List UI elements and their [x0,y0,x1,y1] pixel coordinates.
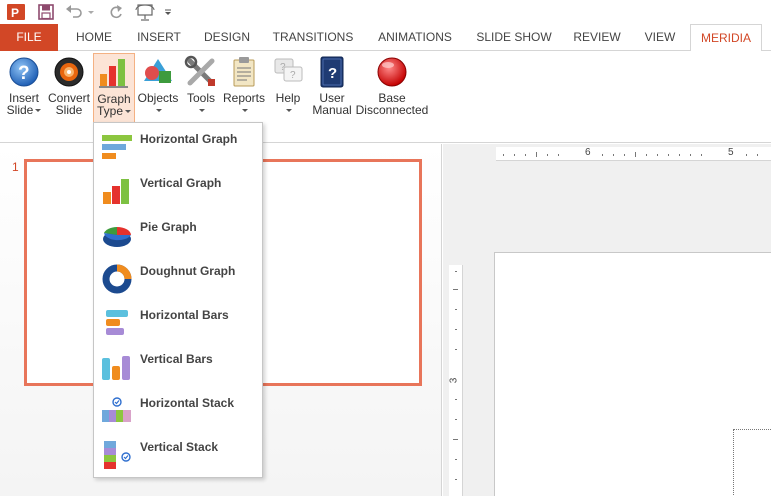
convert-slide-label-2: Slide [55,103,83,117]
tab-file[interactable]: FILE [0,24,58,51]
insert-slide-label-2: Slide [6,103,34,117]
objects-shapes-icon [141,55,175,89]
menu-item-label: Vertical Bars [140,352,213,366]
slide-editor-area: 6 5 3 [443,144,771,496]
horizontal-graph-icon [100,132,134,162]
menu-item-label: Horizontal Graph [140,132,238,146]
help-label: Help [275,91,301,105]
red-status-light-icon [375,55,409,89]
vertical-graph-icon [100,176,134,206]
svg-text:?: ? [280,62,286,73]
content-placeholder[interactable] [733,429,771,496]
menu-item-label: Vertical Stack [140,440,219,454]
pie-graph-icon [100,220,134,250]
tools-button[interactable]: Tools [180,53,222,133]
svg-text:?: ? [290,70,296,81]
reports-clipboard-icon [227,55,261,89]
menu-item-label: Pie Graph [140,220,197,234]
svg-text:?: ? [328,65,337,82]
menu-item-label: Vertical Graph [140,176,222,190]
vertical-stack-icon [100,440,134,470]
doughnut-graph-icon [100,264,134,294]
tools-label: Tools [186,91,215,105]
insert-slide-button[interactable]: ? Insert Slide [2,53,46,133]
objects-button[interactable]: Objects [136,53,180,133]
help-speech-icon: ? ? [271,55,305,89]
tab-review[interactable]: REVIEW [566,24,628,51]
tab-view[interactable]: VIEW [636,24,684,51]
vertical-ruler: 3 [448,265,463,496]
tools-wrench-icon [184,55,218,89]
user-manual-book-icon: ? [315,55,349,89]
undo-dropdown-icon[interactable] [85,2,95,22]
tab-animations[interactable]: ANIMATIONS [368,24,462,51]
undo-icon[interactable] [64,2,84,22]
base-status-label-2: Disconnected [355,103,429,117]
chevron-down-icon [199,109,205,113]
customize-qat-icon[interactable] [162,2,174,22]
menu-item-vertical-graph[interactable]: Vertical Graph [94,169,262,213]
chevron-down-icon [242,109,248,113]
chevron-down-icon [156,109,162,113]
save-icon[interactable] [36,2,56,22]
menu-item-vertical-bars[interactable]: Vertical Bars [94,345,262,389]
menu-item-label: Horizontal Bars [140,308,229,322]
ruler-label-6: 6 [585,147,591,158]
user-manual-label-2: Manual [312,103,352,117]
bar-graph-icon [97,56,131,90]
graph-type-button[interactable]: Graph Type [93,53,135,133]
tab-design[interactable]: DESIGN [196,24,258,51]
chevron-down-icon [125,110,131,114]
chevron-down-icon [286,109,292,113]
menu-item-vertical-stack[interactable]: Vertical Stack [94,433,262,477]
objects-label: Objects [137,91,179,105]
menu-item-horizontal-graph[interactable]: Horizontal Graph [94,125,262,169]
tab-slide-show[interactable]: SLIDE SHOW [470,24,558,51]
ruler-label-5: 5 [728,147,734,158]
svg-text:P: P [11,6,19,20]
redo-icon[interactable] [106,2,126,22]
horizontal-bars-icon [100,308,134,338]
ribbon-tabs: FILE HOME INSERT DESIGN TRANSITIONS ANIM… [0,24,771,52]
help-question-icon: ? [7,55,41,89]
graph-type-menu: Horizontal Graph Vertical Graph Pie Grap… [93,122,263,478]
vertical-bars-icon [100,352,134,382]
base-status-button[interactable]: Base Disconnected [354,53,430,133]
slide-canvas[interactable] [494,252,771,496]
reports-label: Reports [222,91,266,105]
convert-disc-icon [52,55,86,89]
tab-insert[interactable]: INSERT [130,24,188,51]
menu-item-label: Horizontal Stack [140,396,235,410]
menu-item-horizontal-bars[interactable]: Horizontal Bars [94,301,262,345]
svg-text:?: ? [18,63,30,84]
menu-item-pie-graph[interactable]: Pie Graph [94,213,262,257]
quick-access-toolbar: P [0,0,771,24]
tab-transitions[interactable]: TRANSITIONS [266,24,360,51]
menu-item-label: Doughnut Graph [140,264,236,278]
user-manual-button[interactable]: ? User Manual [310,53,354,133]
ruler-label-3: 3 [448,377,460,384]
help-button[interactable]: ? ? Help [268,53,308,133]
chevron-down-icon [35,109,42,113]
convert-slide-button[interactable]: Convert Slide [46,53,92,133]
reports-button[interactable]: Reports [222,53,266,133]
tab-home[interactable]: HOME [66,24,122,51]
menu-item-doughnut-graph[interactable]: Doughnut Graph [94,257,262,301]
horizontal-ruler: 6 5 [496,147,771,161]
slide-number: 1 [12,160,19,174]
present-from-start-icon[interactable] [134,2,156,22]
menu-item-horizontal-stack[interactable]: Horizontal Stack [94,389,262,433]
tab-meridia[interactable]: MERIDIA [690,24,762,52]
graph-type-label-2: Type [96,104,123,118]
horizontal-stack-icon [100,396,134,426]
powerpoint-logo-icon[interactable]: P [6,2,26,22]
